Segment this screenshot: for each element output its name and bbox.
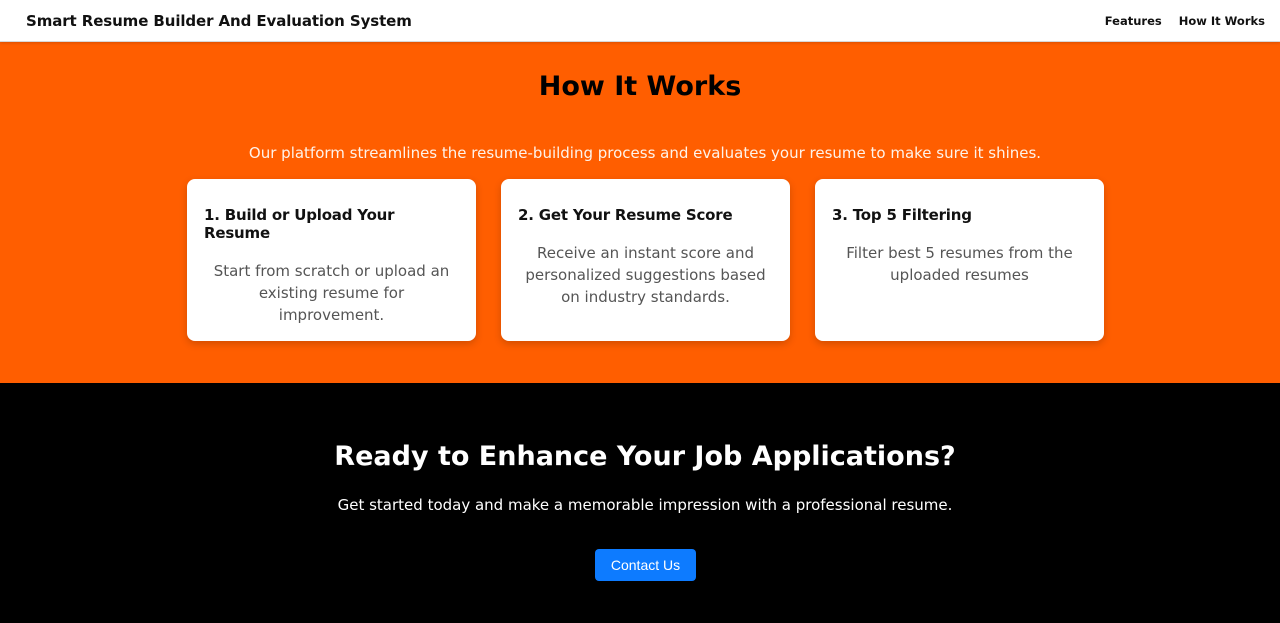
cta-title: Ready to Enhance Your Job Applications? xyxy=(334,441,956,472)
step-card-resume-score: 2. Get Your Resume Score Receive an inst… xyxy=(501,179,790,341)
step-card-title: 2. Get Your Resume Score xyxy=(518,206,733,224)
how-it-works-subtitle: Our platform streamlines the resume-buil… xyxy=(248,144,1042,162)
step-card-text: Receive an instant score and personalize… xyxy=(525,244,766,306)
how-it-works-title: How It Works xyxy=(538,71,742,102)
step-card-build-upload: 1. Build or Upload Your Resume Start fro… xyxy=(187,179,476,341)
cta-text: Get started today and make a memorable i… xyxy=(337,496,953,514)
nav-link-features[interactable]: Features xyxy=(1105,14,1162,28)
step-card-top-5-filtering: 3. Top 5 Filtering Filter best 5 resumes… xyxy=(815,179,1104,341)
navbar: Smart Resume Builder And Evaluation Syst… xyxy=(0,0,1280,42)
step-card-title: 1. Build or Upload Your Resume xyxy=(204,206,395,242)
brand-title: Smart Resume Builder And Evaluation Syst… xyxy=(26,11,412,30)
cta-section: Ready to Enhance Your Job Applications? … xyxy=(0,383,1280,623)
step-card-title: 3. Top 5 Filtering xyxy=(832,206,972,224)
how-it-works-section: How It Works Our platform streamlines th… xyxy=(0,42,1280,383)
contact-us-button[interactable]: Contact Us xyxy=(595,549,696,581)
nav-links: Features How It Works xyxy=(1105,14,1265,28)
nav-link-how-it-works[interactable]: How It Works xyxy=(1179,14,1265,28)
step-card-text: Start from scratch or upload an existing… xyxy=(213,262,450,324)
step-card-text: Filter best 5 resumes from the uploaded … xyxy=(846,244,1073,284)
